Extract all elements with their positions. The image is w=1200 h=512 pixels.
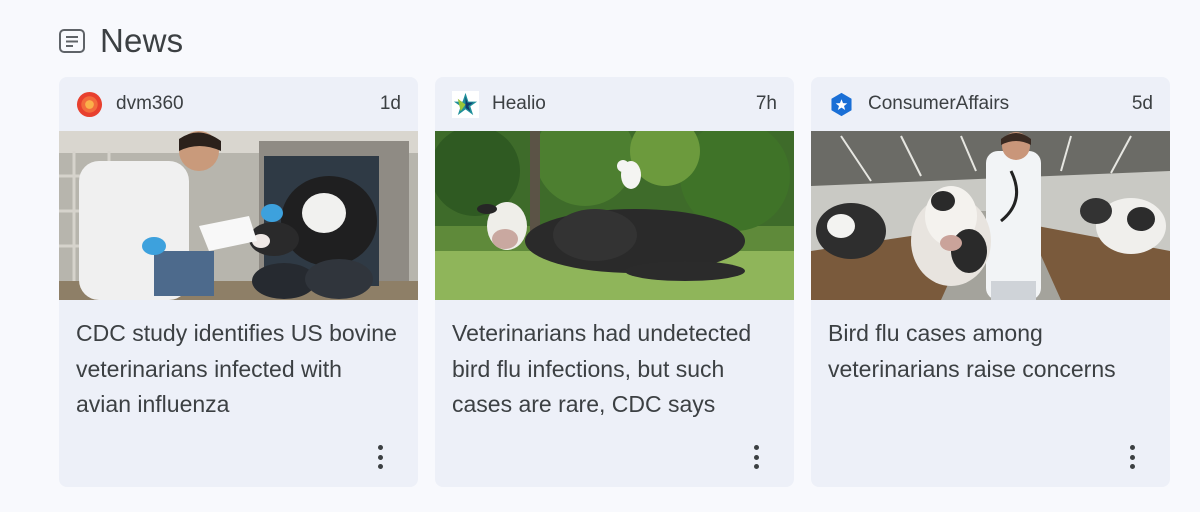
news-card[interactable]: Healio 7h Veterinarians had undetected b… (435, 77, 794, 487)
more-vert-icon (377, 445, 383, 450)
source-row: dvm360 1d (59, 77, 418, 131)
article-headline[interactable]: CDC study identifies US bovine veterinar… (59, 300, 418, 423)
article-headline[interactable]: Bird flu cases among veterinarians raise… (811, 300, 1170, 387)
article-headline[interactable]: Veterinarians had undetected bird flu in… (435, 300, 794, 423)
article-thumbnail[interactable] (811, 131, 1170, 300)
more-options-button[interactable] (748, 445, 764, 469)
source-name: Healio (492, 93, 546, 114)
published-time: 7h (755, 93, 777, 114)
section-title: News (100, 22, 184, 59)
news-card[interactable]: ConsumerAffairs 5d Bird flu cases among … (811, 77, 1170, 487)
source-row: ConsumerAffairs 5d (811, 77, 1170, 131)
published-time: 1d (379, 93, 401, 114)
source-name: ConsumerAffairs (868, 93, 1010, 114)
more-options-button[interactable] (372, 445, 388, 469)
news-section-header: News (58, 22, 183, 60)
news-card[interactable]: dvm360 1d CDC study identifies US bovine… (59, 77, 418, 487)
news-icon (59, 29, 85, 53)
consumeraffairs-logo-icon (831, 92, 852, 116)
dvm360-logo-icon (76, 91, 103, 117)
source-row: Healio 7h (435, 77, 794, 131)
published-time: 5d (1131, 93, 1153, 114)
article-thumbnail[interactable] (435, 131, 794, 300)
more-options-button[interactable] (1124, 445, 1140, 469)
source-name: dvm360 (116, 93, 184, 114)
healio-logo-icon (452, 90, 479, 118)
article-thumbnail[interactable] (59, 131, 418, 300)
news-card-list: dvm360 1d CDC study identifies US bovine… (59, 77, 1170, 487)
more-vert-icon (1129, 445, 1135, 450)
more-vert-icon (753, 445, 759, 450)
